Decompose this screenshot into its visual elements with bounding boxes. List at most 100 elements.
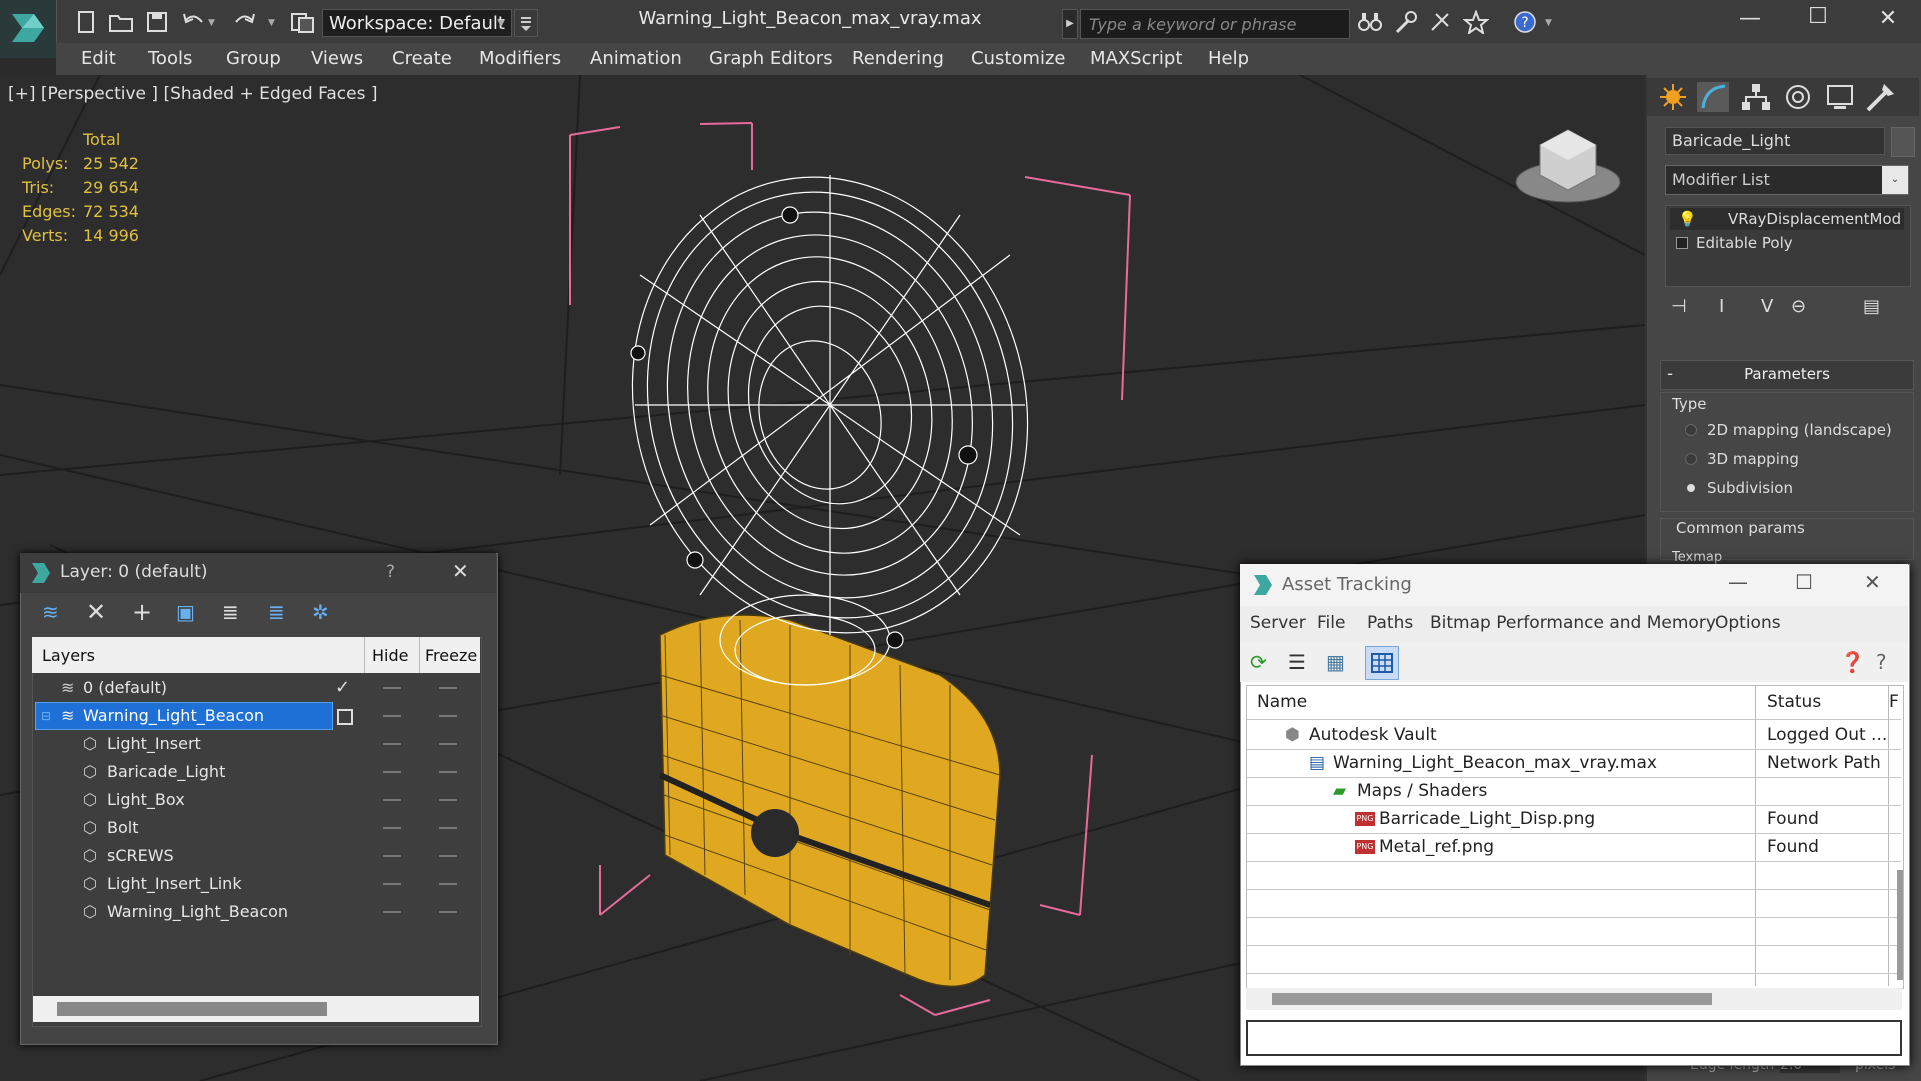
refresh-icon[interactable]: ⟳ bbox=[1250, 650, 1267, 674]
layer-close-button[interactable]: ✕ bbox=[452, 559, 469, 583]
col-extra[interactable]: F bbox=[1889, 688, 1899, 716]
layer-row-object[interactable]: ⬡ Baricade_Light bbox=[33, 758, 479, 786]
layer-row-object[interactable]: ⬡ Bolt bbox=[33, 814, 479, 842]
asset-menu-file[interactable]: File bbox=[1317, 613, 1345, 633]
asset-hscrollbar[interactable] bbox=[1246, 988, 1902, 1010]
radio-subdivision[interactable] bbox=[1687, 484, 1695, 492]
make-active-checkbox[interactable] bbox=[337, 709, 353, 725]
binoculars-icon[interactable] bbox=[1357, 10, 1383, 34]
menu-maxscript[interactable]: MAXScript bbox=[1090, 48, 1182, 69]
menu-tools[interactable]: Tools bbox=[148, 48, 192, 69]
create-layer-icon[interactable]: + bbox=[132, 598, 152, 626]
search-expand-button[interactable]: ▶ bbox=[1062, 9, 1078, 39]
signin-icon[interactable] bbox=[1428, 10, 1454, 34]
asset-menu-bitmap-performance[interactable]: Bitmap Performance and Memory bbox=[1430, 613, 1716, 633]
collapse-icon[interactable]: ⊟ bbox=[41, 702, 51, 730]
hierarchy-tab-icon[interactable] bbox=[1738, 80, 1774, 114]
undo-icon[interactable] bbox=[180, 10, 206, 34]
menu-views[interactable]: Views bbox=[311, 48, 363, 69]
asset-maximize-button[interactable]: ☐ bbox=[1795, 570, 1813, 594]
layer-row-warning-light-beacon[interactable]: ⊟ ≋ Warning_Light_Beacon bbox=[33, 702, 479, 730]
make-unique-icon[interactable]: Ⅴ bbox=[1761, 296, 1773, 317]
layer-row-object[interactable]: ⬡ Light_Box bbox=[33, 786, 479, 814]
menu-animation[interactable]: Animation bbox=[590, 48, 682, 69]
maximize-button[interactable]: ☐ bbox=[1798, 4, 1838, 29]
asset-menu-server[interactable]: Server bbox=[1250, 613, 1306, 633]
asset-tracking-titlebar[interactable]: Asset Tracking — ☐ ✕ bbox=[1240, 564, 1908, 606]
select-objects-icon[interactable]: ≣ bbox=[222, 600, 239, 624]
stack-item-editable-poly[interactable]: Editable Poly bbox=[1670, 232, 1904, 254]
layer-row-object[interactable]: ⬡ Warning_Light_Beacon bbox=[33, 898, 479, 926]
hide-freeze-layer-icon[interactable]: ✲ bbox=[312, 600, 329, 624]
active-layer-check-icon[interactable]: ✓ bbox=[335, 674, 350, 702]
stack-item-vraydisplacement[interactable]: 💡 VRayDisplacementMod bbox=[1670, 208, 1904, 230]
search-input[interactable]: Type a keyword or phrase bbox=[1080, 9, 1350, 39]
asset-close-button[interactable]: ✕ bbox=[1864, 570, 1881, 594]
menu-rendering[interactable]: Rendering bbox=[852, 48, 944, 69]
undo-dropdown-icon[interactable]: ▼ bbox=[208, 18, 234, 42]
new-file-icon[interactable] bbox=[75, 10, 101, 34]
layer-row-object[interactable]: ⬡ Light_Insert_Link bbox=[33, 870, 479, 898]
object-name-field[interactable]: Baricade_Light bbox=[1665, 127, 1885, 155]
utilities-tab-icon[interactable] bbox=[1862, 80, 1898, 114]
layer-row-default[interactable]: ≋ 0 (default) ✓ bbox=[33, 674, 479, 702]
asset-row-png[interactable]: PNG Barricade_Light_Disp.png Found bbox=[1247, 805, 1901, 834]
tools-icon[interactable] bbox=[1393, 10, 1419, 34]
menu-customize[interactable]: Customize bbox=[971, 48, 1065, 69]
expand-icon[interactable] bbox=[1676, 237, 1688, 249]
table-view-icon[interactable] bbox=[1365, 646, 1399, 680]
col-name[interactable]: Name bbox=[1257, 688, 1307, 716]
scroll-thumb[interactable] bbox=[1272, 993, 1712, 1005]
menu-graph-editors[interactable]: Graph Editors bbox=[709, 48, 833, 69]
layer-row-object[interactable]: ⬡ sCREWS bbox=[33, 842, 479, 870]
asset-menu-options[interactable]: Options bbox=[1715, 613, 1781, 633]
layer-row-object[interactable]: ⬡ Light_Insert bbox=[33, 730, 479, 758]
app-menu-button[interactable] bbox=[0, 0, 57, 58]
col-hide[interactable]: Hide bbox=[372, 646, 408, 665]
layer-stack-icon[interactable]: ≋ bbox=[42, 600, 59, 624]
col-status[interactable]: Status bbox=[1767, 688, 1821, 716]
asset-vscroll-thumb[interactable] bbox=[1897, 870, 1903, 980]
configure-sets-icon[interactable]: ▤ bbox=[1863, 296, 1880, 317]
menu-edit[interactable]: Edit bbox=[81, 48, 116, 69]
star-icon[interactable] bbox=[1462, 9, 1490, 36]
menu-group[interactable]: Group bbox=[226, 48, 281, 69]
viewport-label[interactable]: [+] [Perspective ] [Shaded + Edged Faces… bbox=[8, 84, 377, 104]
menu-create[interactable]: Create bbox=[392, 48, 452, 69]
close-button[interactable]: ✕ bbox=[1868, 6, 1908, 31]
asset-menu-paths[interactable]: Paths bbox=[1367, 613, 1413, 633]
redo-icon[interactable] bbox=[232, 10, 258, 34]
show-end-result-icon[interactable]: Ⅰ bbox=[1719, 296, 1724, 317]
context-help-icon[interactable]: ? bbox=[1876, 650, 1887, 674]
help-icon[interactable]: ❓ bbox=[1840, 650, 1865, 674]
object-color-swatch[interactable] bbox=[1891, 127, 1915, 157]
menu-help[interactable]: Help bbox=[1208, 48, 1249, 69]
workspace-select[interactable]: Workspace: Default ▼ bbox=[322, 9, 512, 37]
delete-layer-icon[interactable]: ✕ bbox=[86, 598, 106, 626]
highlight-layer-icon[interactable]: ≣ bbox=[268, 600, 285, 624]
asset-row-maps[interactable]: ▰ Maps / Shaders bbox=[1247, 777, 1901, 806]
radio-3d-mapping[interactable] bbox=[1685, 453, 1697, 465]
scroll-thumb[interactable] bbox=[57, 1002, 327, 1016]
col-freeze[interactable]: Freeze bbox=[425, 646, 477, 665]
modify-tab-icon[interactable] bbox=[1695, 80, 1731, 114]
create-tab-icon[interactable] bbox=[1655, 80, 1691, 114]
lightbulb-icon[interactable]: 💡 bbox=[1678, 208, 1697, 230]
project-folder-icon[interactable] bbox=[290, 10, 316, 34]
open-file-icon[interactable] bbox=[108, 10, 134, 34]
workspace-menu-button[interactable] bbox=[514, 9, 538, 37]
list-view-icon[interactable]: ☰ bbox=[1288, 650, 1306, 674]
asset-row-png[interactable]: PNG Metal_ref.png Found bbox=[1247, 833, 1901, 862]
asset-minimize-button[interactable]: — bbox=[1728, 570, 1748, 594]
save-icon[interactable] bbox=[145, 10, 171, 34]
modifier-list-dropdown[interactable]: Modifier List ⌄ bbox=[1665, 165, 1909, 195]
layer-hscrollbar[interactable] bbox=[33, 996, 479, 1022]
motion-tab-icon[interactable] bbox=[1780, 80, 1816, 114]
add-to-layer-icon[interactable]: ▣ bbox=[176, 600, 195, 624]
asset-row-max-file[interactable]: ▤ Warning_Light_Beacon_max_vray.max Netw… bbox=[1247, 749, 1901, 778]
viewcube-icon[interactable] bbox=[1515, 129, 1621, 203]
display-tab-icon[interactable] bbox=[1822, 80, 1858, 114]
parameters-rollout-header[interactable]: - Parameters bbox=[1660, 360, 1914, 390]
menu-modifiers[interactable]: Modifiers bbox=[479, 48, 561, 69]
col-layers[interactable]: Layers bbox=[42, 646, 95, 665]
